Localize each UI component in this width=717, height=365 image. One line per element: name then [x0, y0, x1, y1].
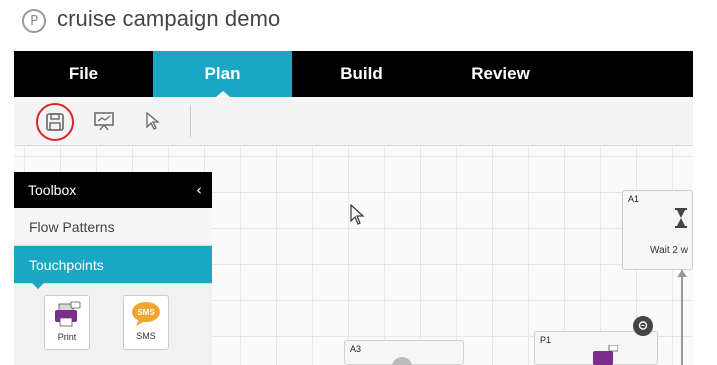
touchpoint-print[interactable]: Print	[44, 295, 90, 350]
touchpoint-sms-label: SMS	[136, 331, 156, 341]
page-title: cruise campaign demo	[57, 6, 281, 31]
title-bar: P cruise campaign demo	[0, 0, 717, 51]
printer-icon	[55, 301, 81, 327]
toolbox-item-touchpoints[interactable]: Touchpoints	[14, 246, 212, 289]
tab-build[interactable]: Build	[292, 51, 431, 97]
comment-icon	[638, 321, 648, 330]
printer-icon	[593, 345, 618, 365]
tab-plan[interactable]: Plan	[153, 51, 292, 97]
toolbar-divider	[190, 105, 191, 137]
toolbox-title: Toolbox	[28, 182, 77, 198]
node-icon	[392, 357, 412, 365]
save-icon	[46, 113, 64, 131]
flow-node-p1[interactable]: P1	[534, 331, 658, 365]
app-logo-icon: P	[22, 9, 46, 33]
node-id: P1	[540, 335, 552, 345]
hourglass-icon	[675, 208, 687, 228]
pointer-button[interactable]	[135, 104, 169, 138]
touchpoint-print-label: Print	[57, 332, 77, 342]
presentation-icon	[94, 112, 114, 131]
main-nav: File Plan Build Review	[14, 51, 693, 97]
presentation-button[interactable]	[87, 104, 121, 138]
tab-file[interactable]: File	[14, 51, 153, 97]
flow-connector	[681, 270, 683, 365]
save-button[interactable]	[36, 103, 74, 141]
touchpoint-sms[interactable]: SMS SMS	[123, 295, 169, 350]
sms-icon-text: SMS	[137, 308, 155, 317]
sms-icon: SMS	[132, 302, 160, 326]
toolbar	[14, 97, 693, 146]
toolbox-panel: Toolbox ‹ Flow Patterns Touchpoints Prin…	[14, 172, 212, 365]
tab-review[interactable]: Review	[431, 51, 570, 97]
mouse-cursor-icon	[350, 204, 365, 225]
node-id: A3	[350, 344, 362, 354]
toolbox-header: Toolbox ‹	[14, 172, 212, 208]
flow-node-a1[interactable]: A1 Wait 2 w	[622, 190, 693, 270]
connector-arrow-icon	[677, 270, 687, 277]
flow-node-a3[interactable]: A3	[344, 340, 464, 365]
collapse-chevron-icon[interactable]: ‹	[196, 181, 202, 199]
node-label: Wait 2 w	[650, 245, 688, 256]
touchpoint-grid: Print SMS SMS	[14, 284, 212, 364]
comment-badge-icon[interactable]	[633, 316, 653, 336]
toolbox-item-flow-patterns[interactable]: Flow Patterns	[14, 208, 212, 246]
pointer-icon	[146, 111, 160, 130]
node-id: A1	[628, 194, 640, 204]
